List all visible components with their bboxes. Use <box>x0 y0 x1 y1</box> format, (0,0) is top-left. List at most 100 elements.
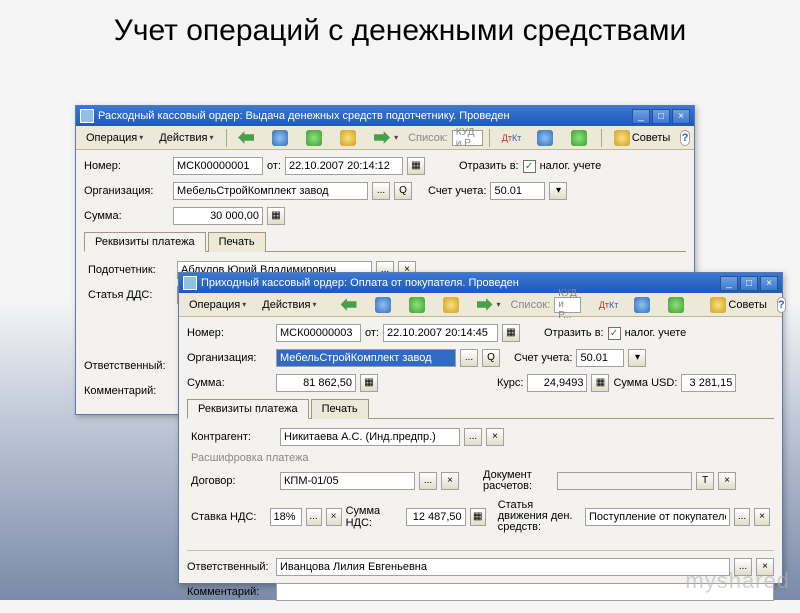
tool-dtkt[interactable]: ДтКт <box>593 299 625 311</box>
org-select-icon[interactable]: ... <box>460 349 478 367</box>
operation-menu[interactable]: Операция▾ <box>80 130 149 146</box>
advice-button[interactable]: Советы <box>608 128 676 148</box>
tool-nav-back[interactable] <box>232 128 262 148</box>
account-label: Счет учета: <box>428 185 486 197</box>
tool-struct[interactable] <box>565 128 595 148</box>
sum-field[interactable] <box>276 374 356 392</box>
ddsitem-field[interactable] <box>585 508 730 526</box>
sumusd-field[interactable] <box>681 374 736 392</box>
rate-calc-icon[interactable]: ▦ <box>591 374 609 392</box>
tool-report[interactable] <box>628 295 658 315</box>
operation-menu[interactable]: Операция▾ <box>183 297 252 313</box>
actions-menu[interactable]: Действия▾ <box>153 130 219 146</box>
comment-field[interactable] <box>276 583 774 601</box>
resp-label: Ответственный: <box>187 561 272 573</box>
titlebar[interactable]: Приходный кассовый ордер: Оплата от поку… <box>179 273 782 293</box>
list-value[interactable]: КУД и Р... <box>452 130 483 146</box>
sum-calc-icon[interactable]: ▦ <box>267 207 285 225</box>
date-field[interactable] <box>383 324 498 342</box>
tab-payment-details[interactable]: Реквизиты платежа <box>187 399 309 419</box>
close-button[interactable]: × <box>760 276 778 291</box>
actions-menu[interactable]: Действия▾ <box>256 297 322 313</box>
account-dd-icon[interactable]: ▾ <box>628 349 646 367</box>
tool-dtkt[interactable]: ДтКт <box>496 132 528 144</box>
sum-calc-icon[interactable]: ▦ <box>360 374 378 392</box>
org-field[interactable] <box>173 182 368 200</box>
calendar-icon[interactable]: ▦ <box>407 157 425 175</box>
date-field[interactable] <box>285 157 403 175</box>
account-dd-icon[interactable]: ▾ <box>549 182 567 200</box>
reflect-label: Отразить в: <box>544 327 604 339</box>
tool-struct[interactable] <box>662 295 692 315</box>
titlebar[interactable]: Расходный кассовый ордер: Выдача денежны… <box>76 106 694 126</box>
tax-checkbox[interactable]: ✓ <box>523 160 536 173</box>
number-field[interactable] <box>173 157 263 175</box>
tab-print[interactable]: Печать <box>208 232 266 252</box>
contragent-clear-icon[interactable]: × <box>486 428 504 446</box>
list-label: Список: <box>511 299 551 311</box>
doc-type-icon[interactable]: T <box>696 472 714 490</box>
resp-clear-icon[interactable]: × <box>756 558 774 576</box>
org-select-icon[interactable]: ... <box>372 182 390 200</box>
org-lookup-icon[interactable]: Q <box>394 182 412 200</box>
maximize-button[interactable]: □ <box>652 109 670 124</box>
tool-go[interactable]: ▾ <box>368 128 404 148</box>
agreement-clear-icon[interactable]: × <box>441 472 459 490</box>
advice-button[interactable]: Советы <box>704 295 772 315</box>
sum-field[interactable] <box>173 207 263 225</box>
toolbar: Операция▾ Действия▾ ▾ Список: КУД и Р...… <box>76 126 694 150</box>
ddsitem-label: Статья движения ден. средств: <box>498 500 581 533</box>
tool-go[interactable]: ▾ <box>471 295 507 315</box>
reflect-label: Отразить в: <box>459 160 519 172</box>
tool-report[interactable] <box>531 128 561 148</box>
contragent-label: Контрагент: <box>191 431 276 443</box>
tool-print[interactable] <box>437 295 467 315</box>
tool-save[interactable] <box>266 128 296 148</box>
doc-field[interactable] <box>557 472 692 490</box>
vat-field[interactable] <box>270 508 302 526</box>
maximize-button[interactable]: □ <box>740 276 758 291</box>
tool-post[interactable] <box>403 295 433 315</box>
minimize-button[interactable]: _ <box>632 109 650 124</box>
vatsum-calc-icon[interactable]: ▦ <box>470 508 486 526</box>
ddsitem-select-icon[interactable]: ... <box>734 508 750 526</box>
minimize-button[interactable]: _ <box>720 276 738 291</box>
org-field[interactable] <box>276 349 456 367</box>
vat-clear-icon[interactable]: × <box>326 508 342 526</box>
sum-label: Сумма: <box>84 210 169 222</box>
account-field[interactable] <box>490 182 545 200</box>
tab-bar: Реквизиты платежа Печать <box>84 231 686 252</box>
doc-clear-icon[interactable]: × <box>718 472 736 490</box>
contragent-field[interactable] <box>280 428 460 446</box>
calendar-icon[interactable]: ▦ <box>502 324 520 342</box>
tool-print[interactable] <box>334 128 364 148</box>
agreement-field[interactable] <box>280 472 415 490</box>
org-label: Организация: <box>84 185 169 197</box>
tab-bar: Реквизиты платежа Печать <box>187 398 774 419</box>
doc-label: Документ расчетов: <box>483 470 553 492</box>
ddsitem-clear-icon[interactable]: × <box>754 508 770 526</box>
close-button[interactable]: × <box>672 109 690 124</box>
number-field[interactable] <box>276 324 361 342</box>
contragent-select-icon[interactable]: ... <box>464 428 482 446</box>
rate-field[interactable] <box>527 374 587 392</box>
sum-label: Сумма: <box>187 377 272 389</box>
tab-print[interactable]: Печать <box>311 399 369 419</box>
tab-payment-details[interactable]: Реквизиты платежа <box>84 232 206 252</box>
agreement-select-icon[interactable]: ... <box>419 472 437 490</box>
help-button[interactable]: ? <box>680 130 690 146</box>
tool-save[interactable] <box>369 295 399 315</box>
help-button[interactable]: ? <box>777 297 786 313</box>
resp-field[interactable] <box>276 558 730 576</box>
list-value[interactable]: КУД и Р... <box>554 297 581 313</box>
tax-checkbox[interactable]: ✓ <box>608 327 621 340</box>
org-lookup-icon[interactable]: Q <box>482 349 500 367</box>
tool-nav-back[interactable] <box>335 295 365 315</box>
comment-label: Комментарий: <box>187 586 272 598</box>
tool-post[interactable] <box>300 128 330 148</box>
org-label: Организация: <box>187 352 272 364</box>
account-field[interactable] <box>576 349 624 367</box>
resp-select-icon[interactable]: ... <box>734 558 752 576</box>
vatsum-field[interactable] <box>406 508 466 526</box>
vat-select-icon[interactable]: ... <box>306 508 322 526</box>
